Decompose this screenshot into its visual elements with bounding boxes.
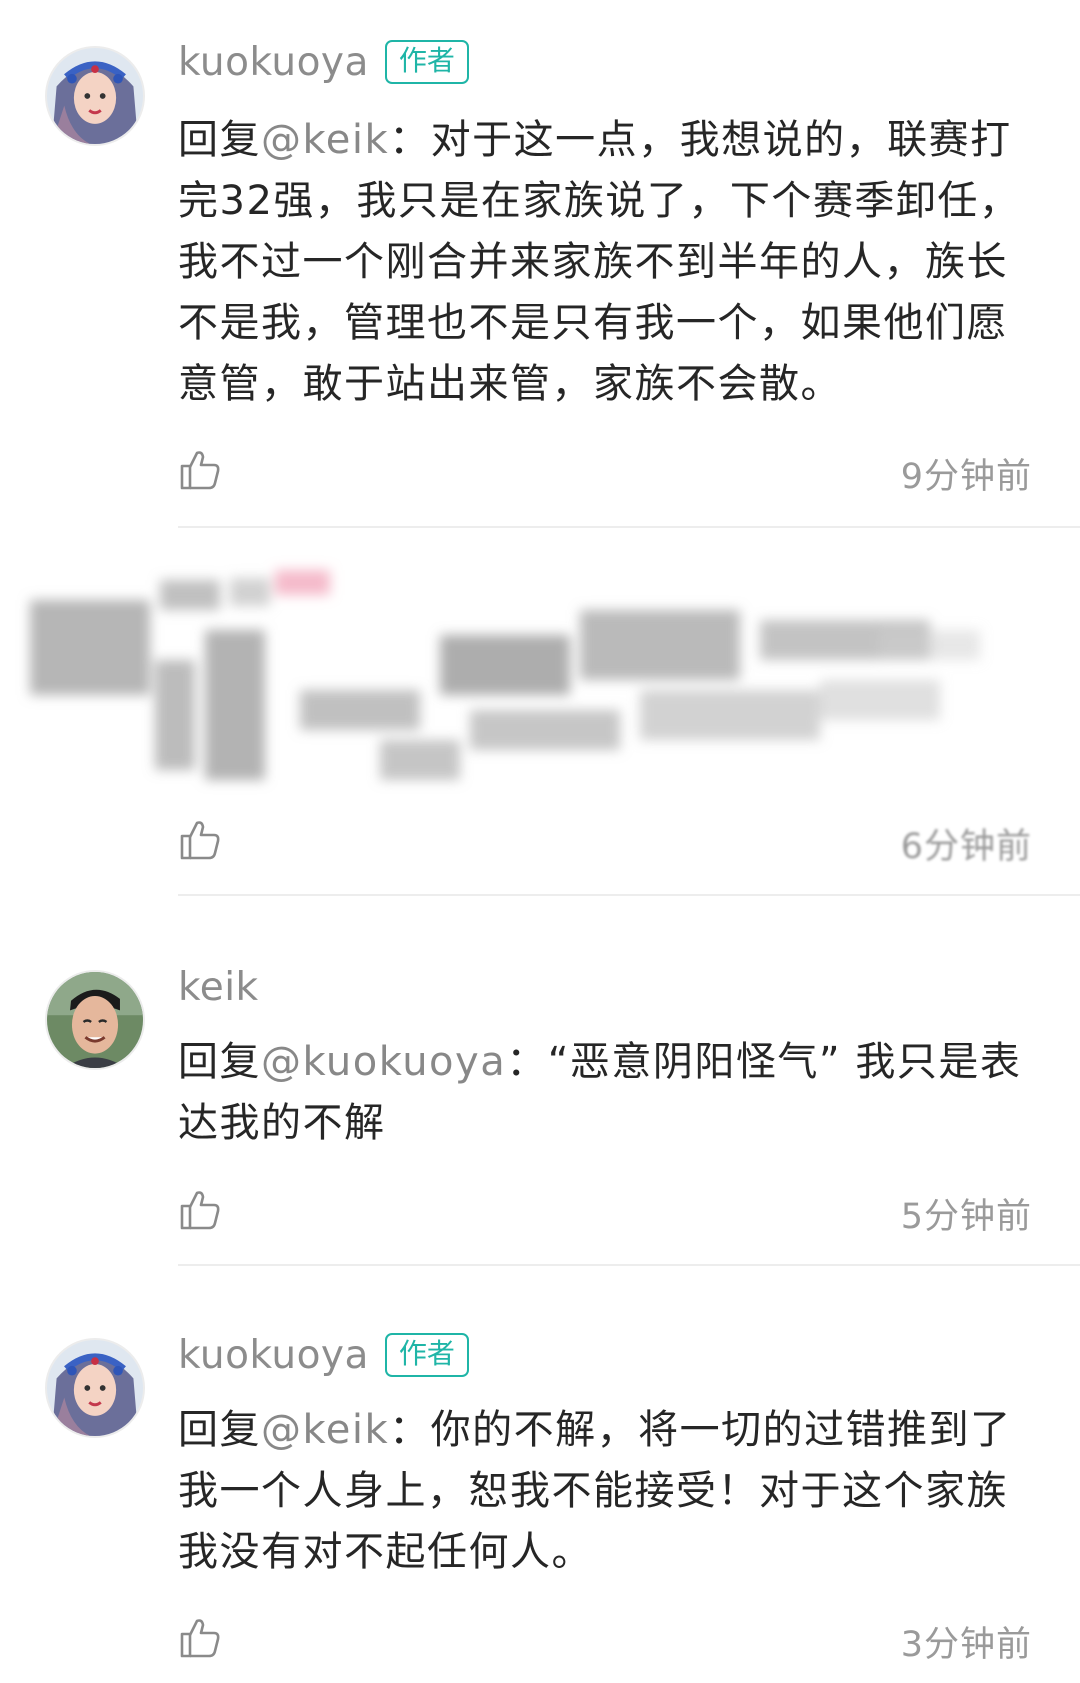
girl-avatar-icon [47, 48, 143, 144]
user-avatar[interactable] [45, 46, 145, 146]
comment-time: 9分钟前 [900, 457, 1032, 497]
divider [178, 1264, 1080, 1266]
comment-text: 回复@keik：对于这一点，我想说的，联赛打完32强，我只是在家族说了，下个赛季… [178, 110, 1038, 415]
username[interactable]: kuokuoya [178, 40, 369, 85]
mention-link[interactable]: @keik [261, 1407, 389, 1453]
username[interactable]: kuokuoya [178, 1333, 369, 1378]
user-avatar[interactable] [45, 970, 145, 1070]
reply-prefix: 回复 [178, 117, 261, 163]
author-badge: 作者 [384, 40, 469, 84]
divider [178, 526, 1080, 528]
user-avatar[interactable] [45, 1338, 145, 1438]
comment-time: 3分钟前 [900, 1625, 1032, 1665]
author-badge: 作者 [384, 1333, 469, 1377]
username-row: kuokuoya 作者 [178, 1330, 469, 1380]
username-row: keik [178, 962, 259, 1012]
redacted-comment-block [0, 540, 1080, 810]
username-row: kuokuoya 作者 [178, 37, 469, 87]
man-avatar-icon [47, 972, 143, 1068]
girl-avatar-icon [47, 1340, 143, 1436]
divider [178, 894, 1080, 896]
thumbs-up-icon[interactable] [178, 818, 222, 862]
thumbs-up-icon[interactable] [178, 1616, 222, 1660]
thumbs-up-icon[interactable] [178, 1188, 222, 1232]
comment-time: 5分钟前 [900, 1197, 1032, 1237]
comment-time: 6分钟前 [900, 827, 1032, 867]
comment-text: 回复@kuokuoya：“恶意阴阳怪气” 我只是表达我的不解 [178, 1032, 1038, 1154]
comment-text: 回复@keik：你的不解，将一切的过错推到了我一个人身上，恕我不能接受！对于这个… [178, 1400, 1038, 1583]
thumbs-up-icon[interactable] [178, 448, 222, 492]
mention-link[interactable]: @keik [261, 117, 389, 163]
reply-prefix: 回复 [178, 1407, 261, 1453]
mention-link[interactable]: @kuokuoya [261, 1039, 506, 1085]
username[interactable]: keik [178, 965, 259, 1010]
reply-prefix: 回复 [178, 1039, 261, 1085]
